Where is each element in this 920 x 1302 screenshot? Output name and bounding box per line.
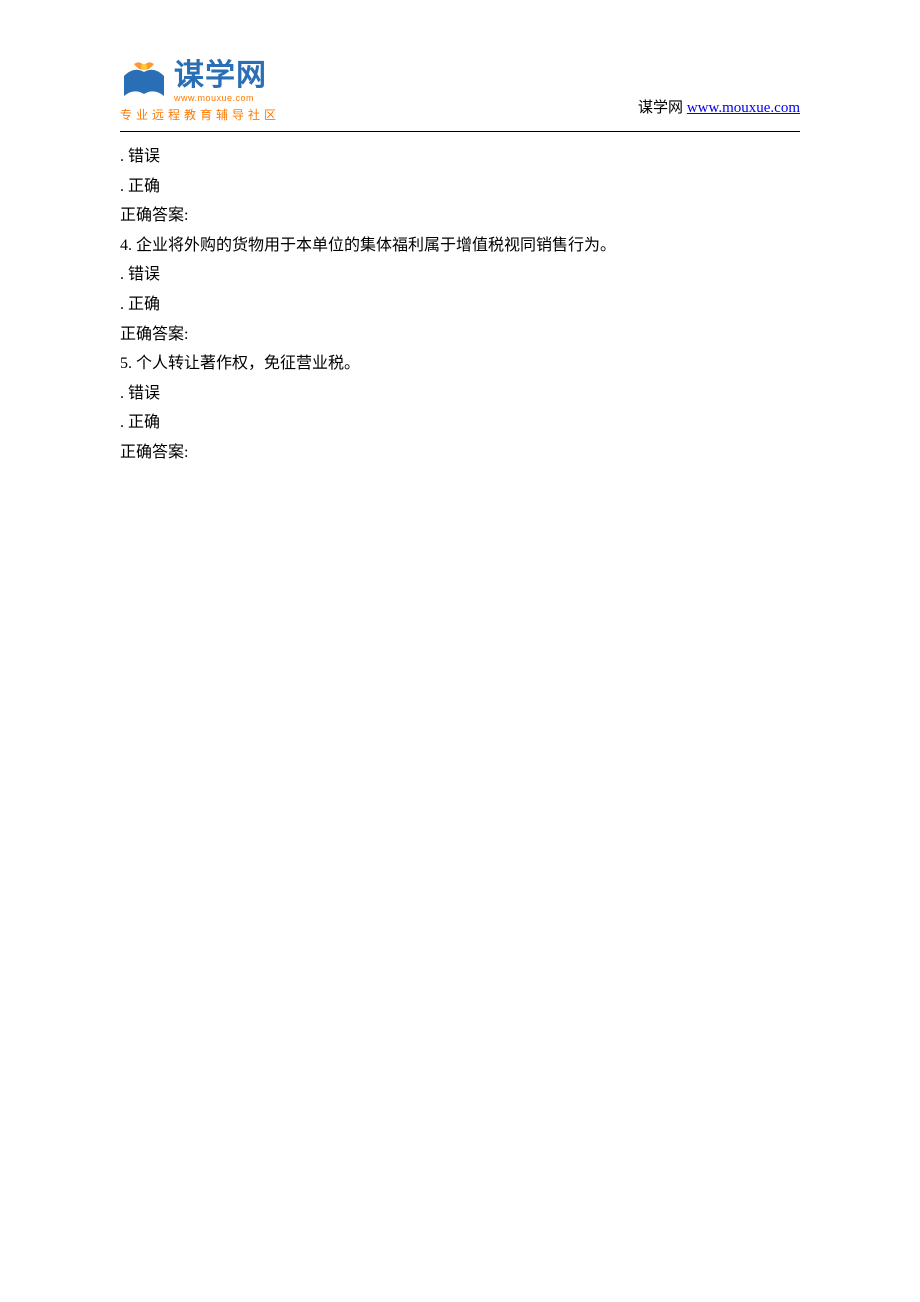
header-divider <box>120 131 800 132</box>
header-right-link[interactable]: www.mouxue.com <box>687 100 800 116</box>
logo-icon <box>120 60 168 104</box>
logo-block: 谋学网 www.mouxue.com 专业远程教育辅导社区 <box>120 60 280 123</box>
logo-small-url: www.mouxue.com <box>174 93 267 103</box>
logo-text-wrap: 谋学网 www.mouxue.com <box>174 61 267 103</box>
option-line: . 错误 <box>120 260 800 290</box>
question-line: 4. 企业将外购的货物用于本单位的集体福利属于增值税视同销售行为。 <box>120 231 800 261</box>
answer-line: 正确答案: <box>120 320 800 350</box>
option-line: . 错误 <box>120 379 800 409</box>
document-content: . 错误 . 正确 正确答案: 4. 企业将外购的货物用于本单位的集体福利属于增… <box>120 142 800 468</box>
answer-line: 正确答案: <box>120 201 800 231</box>
option-line: . 正确 <box>120 172 800 202</box>
question-line: 5. 个人转让著作权，免征营业税。 <box>120 349 800 379</box>
option-line: . 正确 <box>120 290 800 320</box>
page-header: 谋学网 www.mouxue.com 专业远程教育辅导社区 谋学网 www.mo… <box>120 60 800 123</box>
header-right-label: 谋学网 <box>638 100 687 116</box>
logo-title: 谋学网 <box>174 61 267 91</box>
option-line: . 正确 <box>120 408 800 438</box>
document-page: 谋学网 www.mouxue.com 专业远程教育辅导社区 谋学网 www.mo… <box>0 0 920 528</box>
option-line: . 错误 <box>120 142 800 172</box>
answer-line: 正确答案: <box>120 438 800 468</box>
logo-tagline: 专业远程教育辅导社区 <box>120 106 280 123</box>
logo-top-row: 谋学网 www.mouxue.com <box>120 60 267 104</box>
header-right: 谋学网 www.mouxue.com <box>638 96 800 123</box>
